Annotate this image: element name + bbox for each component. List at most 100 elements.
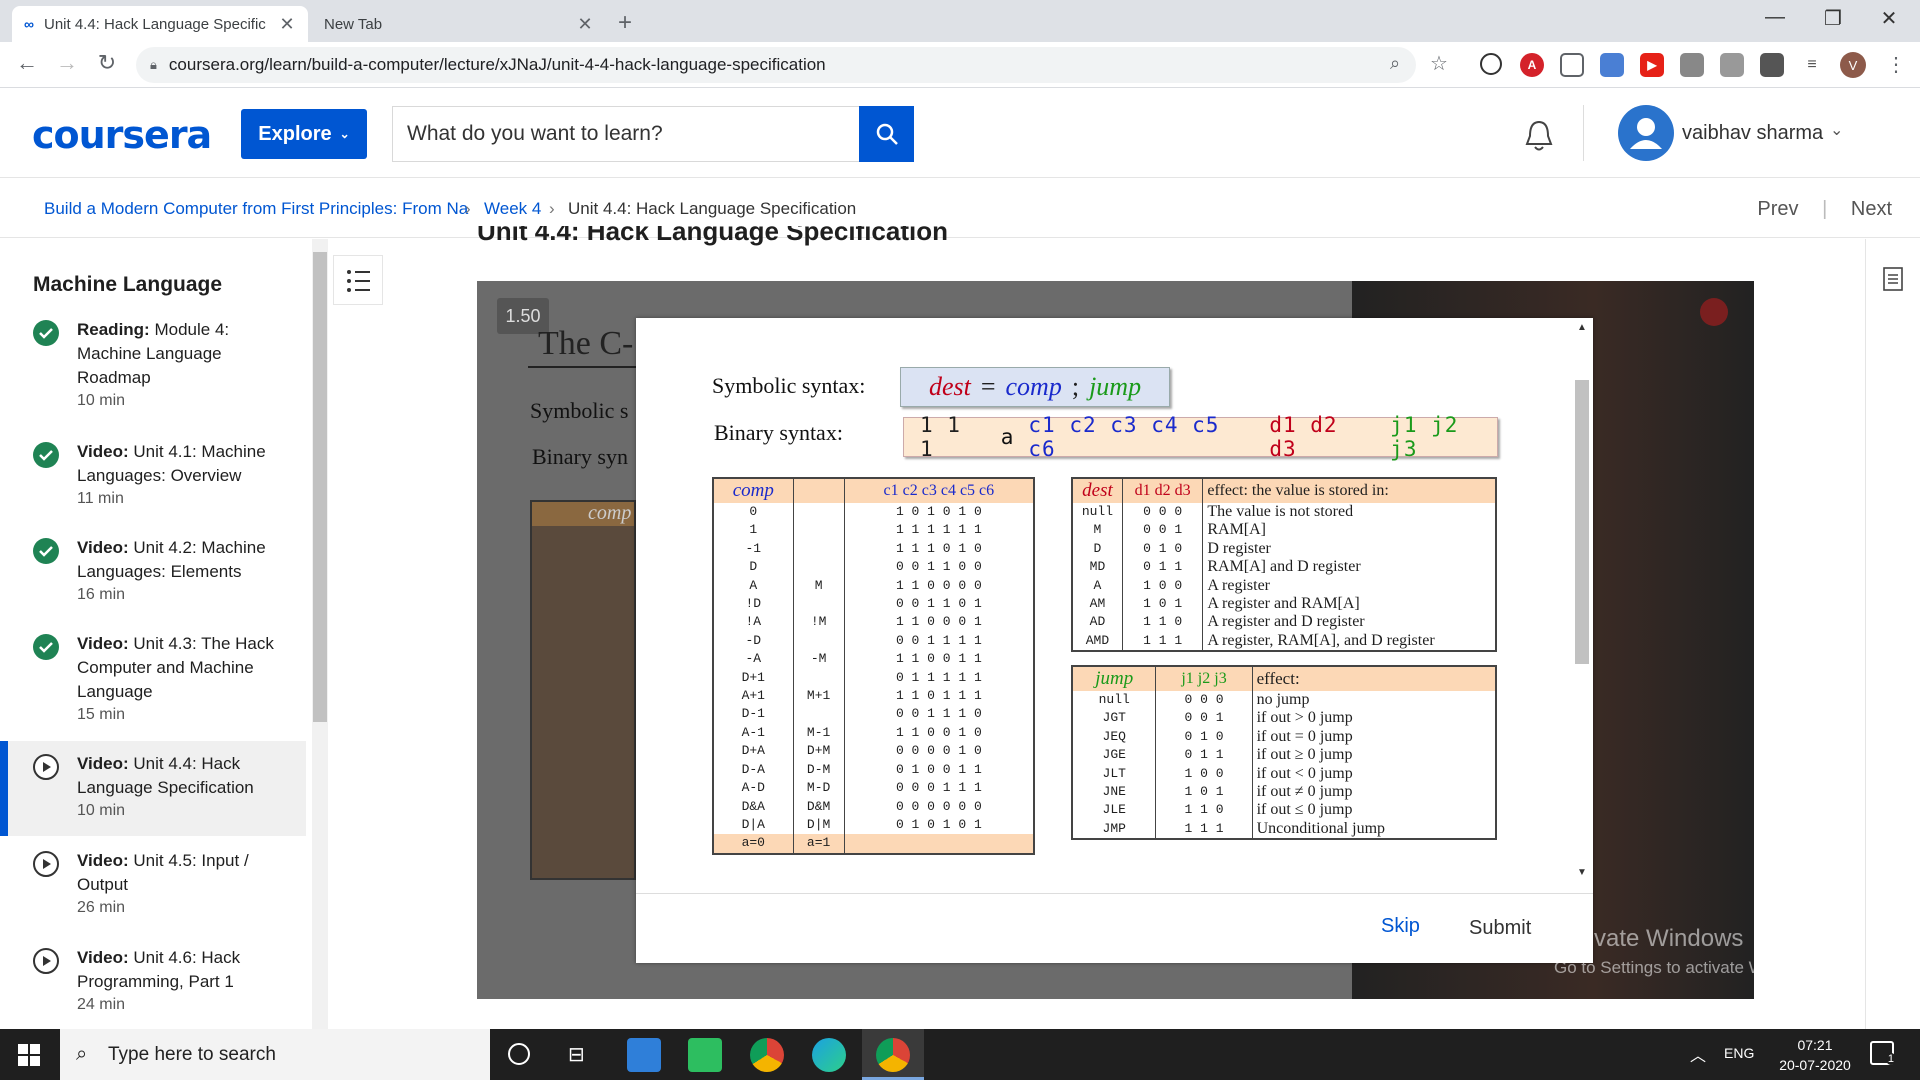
- notes-icon[interactable]: [1882, 266, 1904, 292]
- minimize-icon[interactable]: —: [1752, 6, 1798, 29]
- table-cell: 1 1 0 0 0 0: [843, 576, 1034, 596]
- sidebar-item-unit-4-1[interactable]: Video: Unit 4.1: Machine Languages: Over…: [33, 440, 283, 512]
- address-bar[interactable]: 🔒︎ coursera.org/learn/build-a-computer/l…: [136, 47, 1416, 83]
- item-kind: Video:: [77, 754, 129, 773]
- menu-icon[interactable]: ⋮: [1886, 52, 1906, 77]
- maximize-icon[interactable]: ❐: [1810, 6, 1856, 31]
- translate-icon[interactable]: [1600, 53, 1624, 77]
- table-cell: JMP: [1102, 820, 1126, 836]
- breadcrumb-course[interactable]: Build a Modern Computer from First Princ…: [44, 199, 468, 219]
- sidebar-item-unit-4-3[interactable]: Video: Unit 4.3: The Hack Computer and M…: [33, 632, 283, 728]
- active-chrome-taskbar[interactable]: [862, 1029, 924, 1080]
- table-row: 0 1 0 1 0 1 0: [713, 503, 1034, 522]
- dialog-scroll-thumb[interactable]: [1575, 380, 1589, 664]
- task-view-icon[interactable]: ⊟: [568, 1042, 585, 1067]
- evernote-icon[interactable]: [688, 1038, 722, 1072]
- table-cell: 0 1 1: [1121, 558, 1203, 577]
- check-circle-icon: [33, 320, 59, 346]
- search-input[interactable]: What do you want to learn?: [392, 106, 860, 162]
- close-window-icon[interactable]: ✕: [1866, 6, 1912, 31]
- ghostery-icon[interactable]: [1720, 53, 1744, 77]
- sidebar-heading: Machine Language: [33, 273, 223, 296]
- table-cell: D|M: [792, 815, 845, 835]
- block-icon[interactable]: [1480, 53, 1502, 75]
- chrome-icon[interactable]: [750, 1038, 784, 1072]
- table-row: JMP 1 1 1 Unconditional jump: [1072, 819, 1496, 840]
- close-tab-icon[interactable]: ✕: [576, 14, 594, 35]
- language-indicator[interactable]: ENG: [1724, 1045, 1754, 1061]
- table-cell: 0: [749, 504, 758, 519]
- table-cell: null: [1081, 504, 1114, 519]
- item-duration: 24 min: [77, 996, 126, 1013]
- sidebar-item-unit-4-2[interactable]: Video: Unit 4.2: Machine Languages: Elem…: [33, 536, 283, 608]
- new-tab-icon[interactable]: +: [618, 9, 632, 37]
- table-cell: 1 1 0: [1121, 613, 1203, 632]
- chevron-down-icon[interactable]: ⌄: [1830, 120, 1843, 140]
- notification-center-icon[interactable]: 1: [1870, 1041, 1896, 1065]
- tab-active[interactable]: ∞ Unit 4.4: Hack Language Specific ✕: [12, 6, 308, 42]
- table-row: -1 1 1 1 0 1 0: [713, 539, 1034, 559]
- search-button[interactable]: [859, 106, 914, 162]
- camera-icon[interactable]: [1680, 53, 1704, 77]
- sidebar-item-unit-4-6[interactable]: Video: Unit 4.6: Hack Programming, Part …: [33, 946, 283, 1018]
- table-cell: if out > 0 jump: [1251, 709, 1496, 728]
- table-cell: 0 0 0: [1121, 503, 1203, 522]
- bell-icon[interactable]: [1522, 118, 1556, 154]
- avatar[interactable]: [1618, 105, 1674, 161]
- next-button[interactable]: Next: [1851, 198, 1892, 220]
- scroll-up-icon[interactable]: ▲: [1577, 322, 1587, 333]
- table-row: -D 0 0 1 1 1 1: [713, 631, 1034, 651]
- scroll-down-icon[interactable]: ▼: [1577, 867, 1587, 878]
- table-cell: D-M: [792, 760, 845, 780]
- prev-button[interactable]: Prev: [1757, 198, 1798, 220]
- chevron-up-icon[interactable]: ︿: [1690, 1042, 1706, 1066]
- user-icon: [1630, 118, 1662, 149]
- coursera-logo[interactable]: coursera: [32, 113, 212, 157]
- forward-icon[interactable]: →: [52, 50, 82, 76]
- table-cell: D: [1093, 540, 1102, 556]
- table-cell: Unconditional jump: [1251, 819, 1496, 840]
- zoom-icon[interactable]: ⌕: [1390, 53, 1400, 74]
- mail-icon[interactable]: [627, 1038, 661, 1072]
- close-tab-icon[interactable]: ✕: [278, 14, 296, 35]
- lecture-title: Unit 4.4: Hack Language Specification: [477, 226, 948, 254]
- submit-button[interactable]: Submit: [1469, 917, 1531, 940]
- table-cell: D|A: [741, 816, 765, 832]
- puzzle-icon[interactable]: [1760, 53, 1784, 77]
- table-cell: D: [749, 559, 758, 575]
- skip-button[interactable]: Skip: [1381, 915, 1420, 938]
- back-icon[interactable]: ←: [12, 50, 42, 76]
- table-cell: [792, 595, 845, 614]
- windows-start-icon[interactable]: [18, 1044, 40, 1066]
- sidebar-scroll-thumb[interactable]: [313, 252, 327, 722]
- pocket-icon[interactable]: [1560, 53, 1584, 77]
- star-icon[interactable]: ☆: [1430, 51, 1448, 76]
- profile-avatar[interactable]: V: [1840, 52, 1866, 78]
- dest-header: dest: [1072, 478, 1123, 503]
- youtube-icon[interactable]: ▶: [1640, 53, 1664, 77]
- breadcrumb-week[interactable]: Week 4: [484, 199, 541, 219]
- sidebar-item-unit-4-4[interactable]: Video: Unit 4.4: Hack Language Specifica…: [33, 752, 283, 824]
- table-cell: 0 0 1: [1121, 521, 1203, 540]
- sidebar-item-reading-roadmap[interactable]: Reading: Module 4: Machine Language Road…: [33, 318, 283, 414]
- system-clock[interactable]: 07:21 20-07-2020: [1770, 1035, 1860, 1075]
- table-row: M 0 0 1 RAM[A]: [1072, 521, 1496, 540]
- table-cell: 1 0 1 0 1 0: [843, 503, 1034, 522]
- sidebar-item-unit-4-5[interactable]: Video: Unit 4.5: Input / Output 26 min: [33, 849, 283, 921]
- reload-icon[interactable]: ↻: [92, 50, 122, 76]
- toc-toggle-button[interactable]: [333, 255, 383, 305]
- adblock-icon[interactable]: A: [1520, 53, 1544, 77]
- table-row: JNE 1 0 1 if out ≠ 0 jump: [1072, 783, 1496, 802]
- item-kind: Video:: [77, 634, 129, 653]
- explore-button[interactable]: Explore ⌄: [241, 109, 367, 159]
- edge-icon[interactable]: [812, 1038, 846, 1072]
- taskbar-search[interactable]: ⌕ Type here to search: [60, 1029, 490, 1080]
- table-cell: if out < 0 jump: [1251, 764, 1496, 784]
- table-cell: D&M: [792, 797, 845, 816]
- user-name[interactable]: vaibhav sharma: [1682, 122, 1823, 145]
- table-cell: M-D: [792, 779, 845, 798]
- table-cell: 1 0 1: [1121, 595, 1203, 614]
- media-icon[interactable]: ≡: [1800, 53, 1824, 77]
- tab-new[interactable]: New Tab ✕: [310, 6, 606, 42]
- cortana-icon[interactable]: [508, 1043, 530, 1065]
